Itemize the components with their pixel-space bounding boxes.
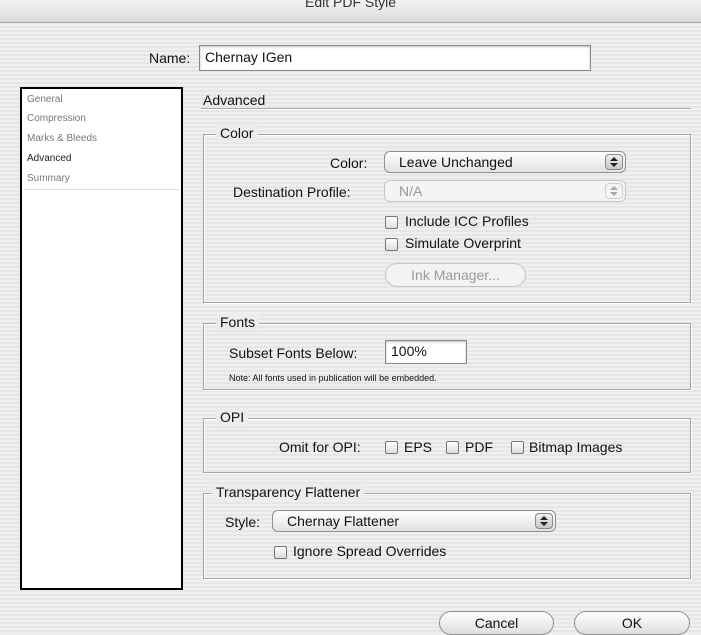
panel-title: Advanced [203,92,266,108]
bitmap-images-checkbox[interactable] [511,441,524,454]
transparency-flattener-group [203,493,691,579]
window-title-bar: Edit PDF Style [0,0,701,23]
name-input[interactable]: Chernay IGen [199,45,591,71]
flattener-style-value: Chernay Flattener [287,513,400,529]
flattener-style-label: Style: [225,514,261,530]
fonts-group-title: Fonts [216,314,260,330]
sidebar-item-general[interactable]: General [27,94,63,105]
pdf-label: PDF [465,439,493,455]
cancel-button[interactable]: Cancel [439,611,554,635]
popup-arrows-icon [535,513,553,529]
omit-for-opi-label: Omit for OPI: [279,439,361,455]
include-icc-checkbox[interactable] [385,216,398,229]
simulate-overprint-checkbox[interactable] [385,238,398,251]
flattener-style-popup[interactable]: Chernay Flattener [272,510,556,532]
popup-arrows-icon [605,154,623,170]
sidebar-item-marks-bleeds[interactable]: Marks & Bleeds [27,133,97,144]
ignore-spread-overrides-label: Ignore Spread Overrides [293,543,447,559]
simulate-overprint-label: Simulate Overprint [405,235,521,251]
destination-profile-popup[interactable]: N/A [384,180,626,202]
destination-profile-label: Destination Profile: [233,184,351,200]
bitmap-images-label: Bitmap Images [529,439,623,455]
color-popup[interactable]: Leave Unchanged [384,151,626,173]
subset-fonts-label: Subset Fonts Below: [229,345,358,361]
color-popup-value: Leave Unchanged [399,154,513,170]
eps-checkbox[interactable] [385,441,398,454]
fonts-note: Note: All fonts used in publication will… [229,373,437,383]
popup-arrows-icon [605,183,623,199]
ink-manager-button[interactable]: Ink Manager... [385,263,526,287]
include-icc-label: Include ICC Profiles [405,213,529,229]
pdf-checkbox[interactable] [446,441,459,454]
sidebar-item-compression[interactable]: Compression [27,113,86,124]
eps-label: EPS [404,439,433,455]
sidebar-item-summary[interactable]: Summary [27,173,70,184]
subset-fonts-input[interactable]: 100% [385,340,467,364]
panel-title-rule [201,108,691,110]
sidebar-divider [24,189,179,190]
ok-button[interactable]: OK [574,611,690,635]
color-group-title: Color [216,125,258,141]
sidebar-item-advanced[interactable]: Advanced [27,153,71,164]
window-title: Edit PDF Style [304,0,397,10]
opi-group-title: OPI [216,409,249,425]
sidebar-list: General Compression Marks & Bleeds Advan… [20,87,183,590]
color-label: Color: [330,155,368,171]
ignore-spread-overrides-checkbox[interactable] [274,546,287,559]
transparency-flattener-title: Transparency Flattener [212,484,365,500]
destination-profile-value: N/A [399,183,423,199]
name-label: Name: [149,50,191,66]
